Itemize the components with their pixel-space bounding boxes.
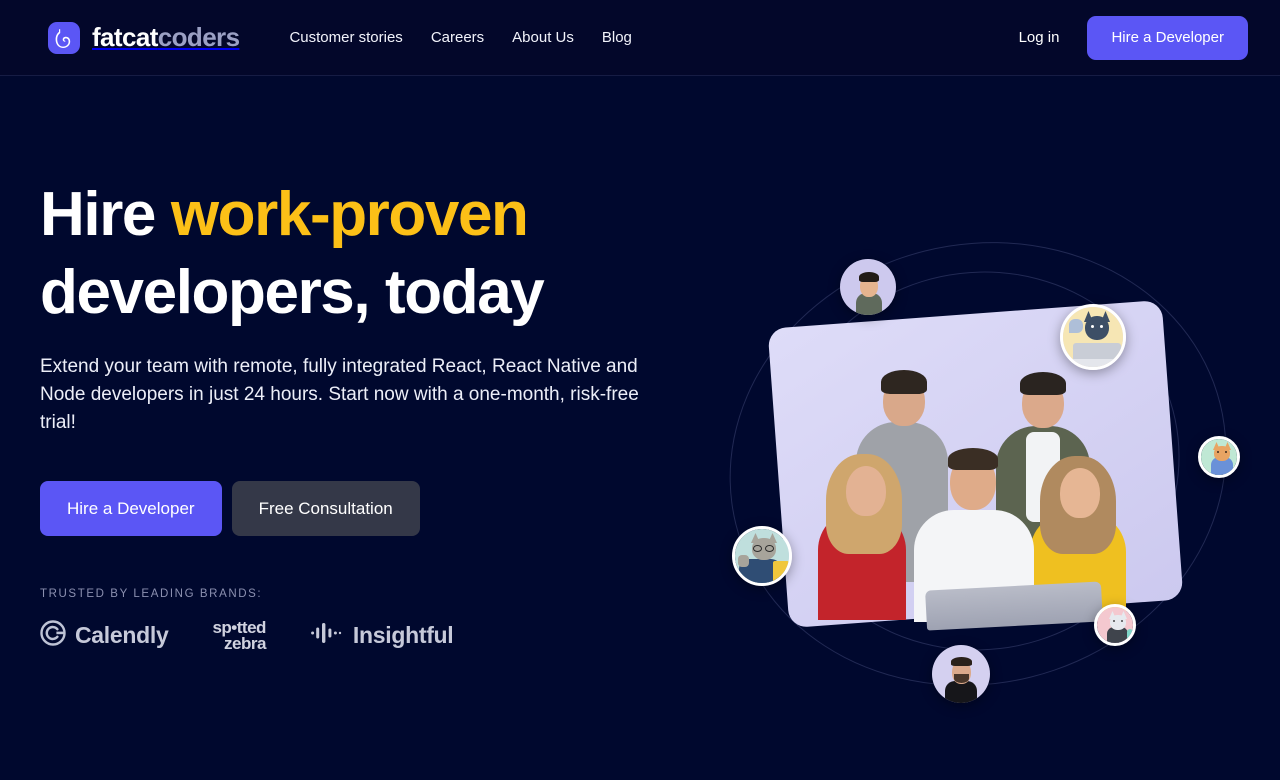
primary-navigation: Customer stories Careers About Us Blog: [289, 29, 631, 46]
nav-about-us[interactable]: About Us: [512, 29, 574, 46]
page-title: Hire work-proven developers, today: [40, 176, 690, 331]
brand-logo[interactable]: fatcatcoders: [48, 21, 240, 54]
avatar-cat-glasses-left: [732, 526, 792, 586]
headline-line1: Hire work-proven: [40, 180, 529, 249]
avatar-developer-top-left: [840, 259, 896, 315]
brand-name-light: coders: [157, 22, 240, 52]
brand-spotted-zebra: sp•tted zebra: [212, 619, 266, 653]
nav-blog[interactable]: Blog: [602, 29, 632, 46]
brand-name: fatcatcoders: [92, 22, 240, 53]
insightful-logo-icon: [310, 621, 344, 650]
trusted-by-label: TRUSTED BY LEADING BRANDS:: [40, 588, 263, 601]
headline-text-hire: Hire: [40, 180, 171, 249]
header-actions: Log in Hire a Developer: [1019, 15, 1248, 60]
nav-careers[interactable]: Careers: [431, 29, 484, 46]
free-consultation-button[interactable]: Free Consultation: [231, 481, 420, 537]
brand-insightful: Insightful: [310, 621, 454, 650]
brand-logo-row: Calendly sp•tted zebra Insightful: [40, 619, 690, 653]
brand-name-bold: fatcat: [92, 22, 158, 52]
headline-line2: developers, today: [40, 257, 545, 327]
brand-calendly: Calendly: [40, 620, 169, 651]
hero-cta-row: Hire a Developer Free Consultation: [40, 481, 690, 537]
nav-customer-stories[interactable]: Customer stories: [289, 29, 402, 46]
headline-accent: work-proven: [170, 180, 529, 249]
spotted-zebra-line2: zebra: [224, 633, 266, 653]
hero-copy: Hire work-proven developers, today Exten…: [40, 176, 690, 652]
hire-a-developer-header-button[interactable]: Hire a Developer: [1087, 15, 1248, 60]
cat-icon: [48, 21, 80, 54]
calendly-logo-icon: [40, 620, 66, 651]
site-header: fatcatcoders Customer stories Careers Ab…: [0, 0, 1280, 76]
hero-subheading: Extend your team with remote, fully inte…: [40, 356, 639, 434]
login-link[interactable]: Log in: [1019, 29, 1060, 46]
insightful-wordmark: Insightful: [352, 622, 454, 649]
avatar-cat-pink-bottom-right: [1094, 604, 1136, 646]
avatar-developer-bottom: [932, 645, 990, 703]
avatar-cat-laptop-top-right: [1060, 304, 1126, 370]
hire-a-developer-button[interactable]: Hire a Developer: [40, 481, 222, 537]
hero-section: Hire work-proven developers, today Exten…: [0, 76, 1280, 780]
hero-artwork: [682, 76, 1280, 780]
avatar-cat-orange-right: [1198, 436, 1240, 478]
calendly-wordmark: Calendly: [75, 622, 169, 649]
spotted-zebra-logo-icon: sp•tted zebra: [212, 619, 266, 653]
